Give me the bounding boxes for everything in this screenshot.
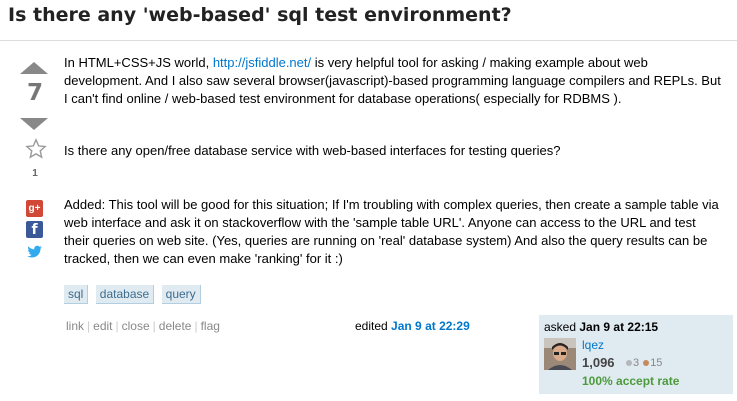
tag-database[interactable]: database	[95, 285, 155, 304]
tag-query[interactable]: query	[161, 285, 201, 304]
body-paragraph-2: Is there any open/free database service …	[64, 143, 561, 158]
flag-menu-item[interactable]: flag	[201, 319, 220, 333]
title-divider	[0, 40, 737, 41]
post-menu: link | edit | close | delete | flag	[66, 319, 220, 333]
owner-username-link[interactable]: lqez	[582, 338, 604, 352]
downvote-arrow-icon[interactable]	[20, 118, 48, 130]
favorite-count: 1	[32, 168, 38, 179]
favorite-star-icon[interactable]	[25, 138, 47, 160]
silver-badge-icon	[626, 359, 632, 366]
avatar[interactable]	[544, 338, 576, 370]
vote-count: 7	[26, 80, 43, 106]
tag-list: sql database query	[64, 285, 204, 304]
reputation-score: 1,096	[582, 355, 615, 370]
edited-date-link[interactable]: Jan 9 at 22:29	[391, 319, 470, 333]
edited-info: edited Jan 9 at 22:29	[355, 319, 470, 333]
bronze-badge-icon	[643, 359, 650, 366]
tag-sql[interactable]: sql	[64, 285, 89, 304]
owner-card: asked Jan 9 at 22:15 lqez 1,096 3 15 100…	[539, 315, 733, 394]
link-menu-item[interactable]: link	[66, 319, 84, 333]
edit-menu-item[interactable]: edit	[93, 319, 112, 333]
asked-info: asked Jan 9 at 22:15	[544, 320, 659, 334]
body-paragraph-3: Added: This tool will be good for this s…	[64, 197, 719, 266]
twitter-share-icon[interactable]	[26, 243, 43, 260]
close-menu-item[interactable]: close	[122, 319, 150, 333]
upvote-arrow-icon[interactable]	[20, 62, 48, 74]
accept-rate: 100% accept rate	[582, 374, 680, 388]
badge-counts: 3 15	[625, 357, 662, 369]
google-plus-share-icon[interactable]: g+	[26, 200, 43, 217]
avatar-image-icon	[544, 338, 576, 370]
jsfiddle-link[interactable]: http://jsfiddle.net/	[213, 55, 311, 70]
question-title[interactable]: Is there any 'web-based' sql test enviro…	[8, 4, 512, 26]
facebook-share-icon[interactable]: f	[26, 221, 43, 238]
delete-menu-item[interactable]: delete	[159, 319, 192, 333]
body-paragraph-1: In HTML+CSS+JS world, http://jsfiddle.ne…	[64, 55, 721, 106]
